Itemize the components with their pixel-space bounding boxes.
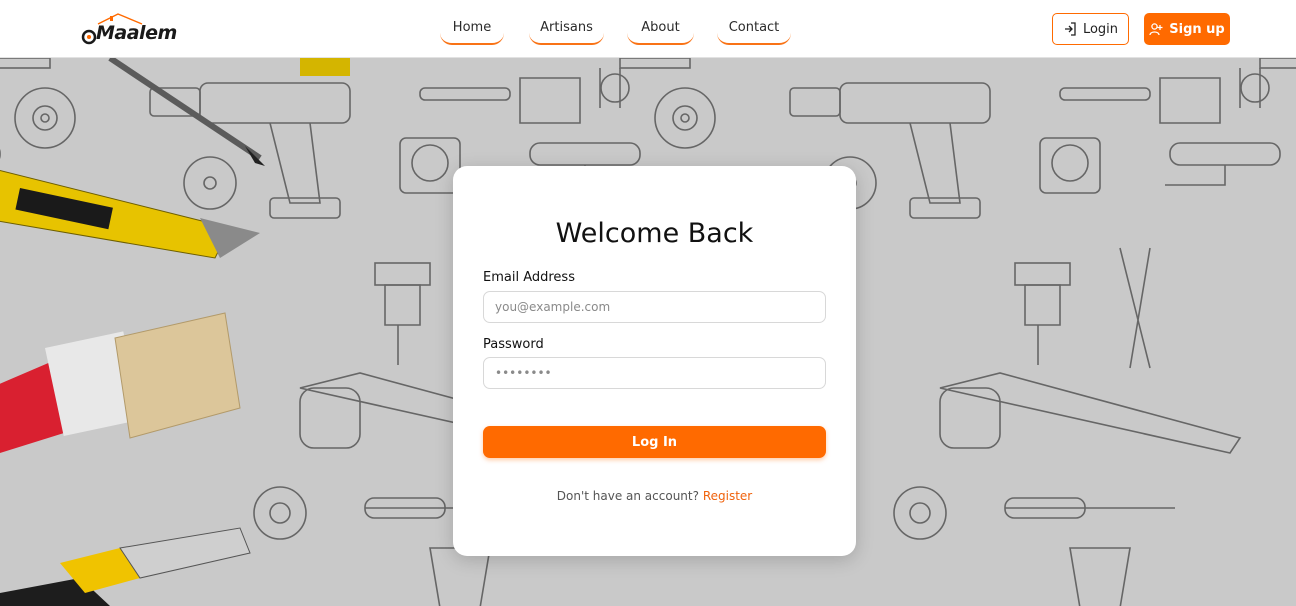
register-link[interactable]: Register [703, 489, 752, 503]
login-arrow-icon [1064, 22, 1076, 36]
signup-button[interactable]: Sign up [1144, 13, 1230, 45]
nav-contact[interactable]: Contact [717, 14, 791, 45]
register-prompt-text: Don't have an account? [556, 489, 699, 503]
password-field[interactable] [483, 357, 826, 389]
register-prompt: Don't have an account? Register [453, 489, 856, 503]
login-button[interactable]: Login [1052, 13, 1129, 45]
email-label: Email Address [483, 270, 575, 285]
login-card: Welcome Back Email Address Password Log … [453, 166, 856, 556]
user-plus-icon [1149, 23, 1163, 36]
login-submit-button[interactable]: Log In [483, 426, 826, 458]
page-title: Welcome Back [555, 218, 754, 249]
nav-about[interactable]: About [627, 14, 694, 45]
tools-photo [0, 58, 350, 606]
signup-button-label: Sign up [1169, 21, 1225, 37]
email-field[interactable] [483, 291, 826, 323]
top-navbar: Maalem Home Artisans About Contact Login… [0, 0, 1296, 58]
login-button-label: Login [1082, 21, 1119, 37]
password-label: Password [483, 337, 544, 352]
nav-home[interactable]: Home [440, 14, 504, 45]
nav-artisans[interactable]: Artisans [529, 14, 604, 45]
